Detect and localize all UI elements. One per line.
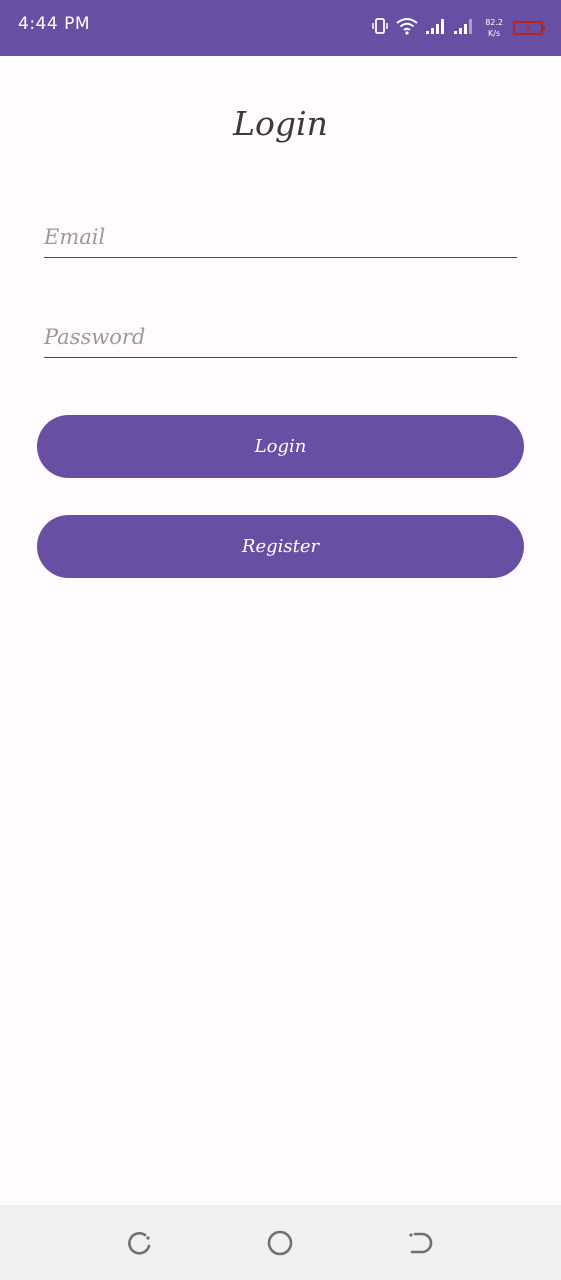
battery-level: 9 bbox=[525, 23, 531, 33]
back-icon[interactable] bbox=[406, 1229, 434, 1257]
status-icons: 82.2 K/s 9 bbox=[371, 14, 545, 42]
page-title: Login bbox=[233, 104, 328, 143]
wifi-icon bbox=[395, 16, 419, 40]
email-input[interactable] bbox=[44, 218, 517, 256]
network-speed-unit: K/s bbox=[488, 29, 501, 38]
password-field[interactable] bbox=[44, 318, 517, 358]
register-button[interactable]: Register bbox=[37, 515, 524, 578]
status-time: 4:44 PM bbox=[18, 14, 90, 34]
network-speed-value: 82.2 bbox=[485, 18, 503, 27]
email-field[interactable] bbox=[44, 218, 517, 258]
home-icon[interactable] bbox=[266, 1229, 294, 1257]
navigation-bar bbox=[0, 1205, 561, 1280]
recents-icon[interactable] bbox=[126, 1229, 154, 1257]
signal-icon bbox=[453, 17, 475, 39]
vibrate-icon bbox=[371, 17, 389, 39]
password-input[interactable] bbox=[44, 318, 517, 356]
signal-icon bbox=[425, 17, 447, 39]
battery-icon: 9 bbox=[513, 21, 545, 35]
status-bar: 4:44 PM 82.2 K/s 9 bbox=[0, 0, 561, 56]
login-button[interactable]: Login bbox=[37, 415, 524, 478]
network-speed: 82.2 K/s bbox=[485, 17, 503, 39]
